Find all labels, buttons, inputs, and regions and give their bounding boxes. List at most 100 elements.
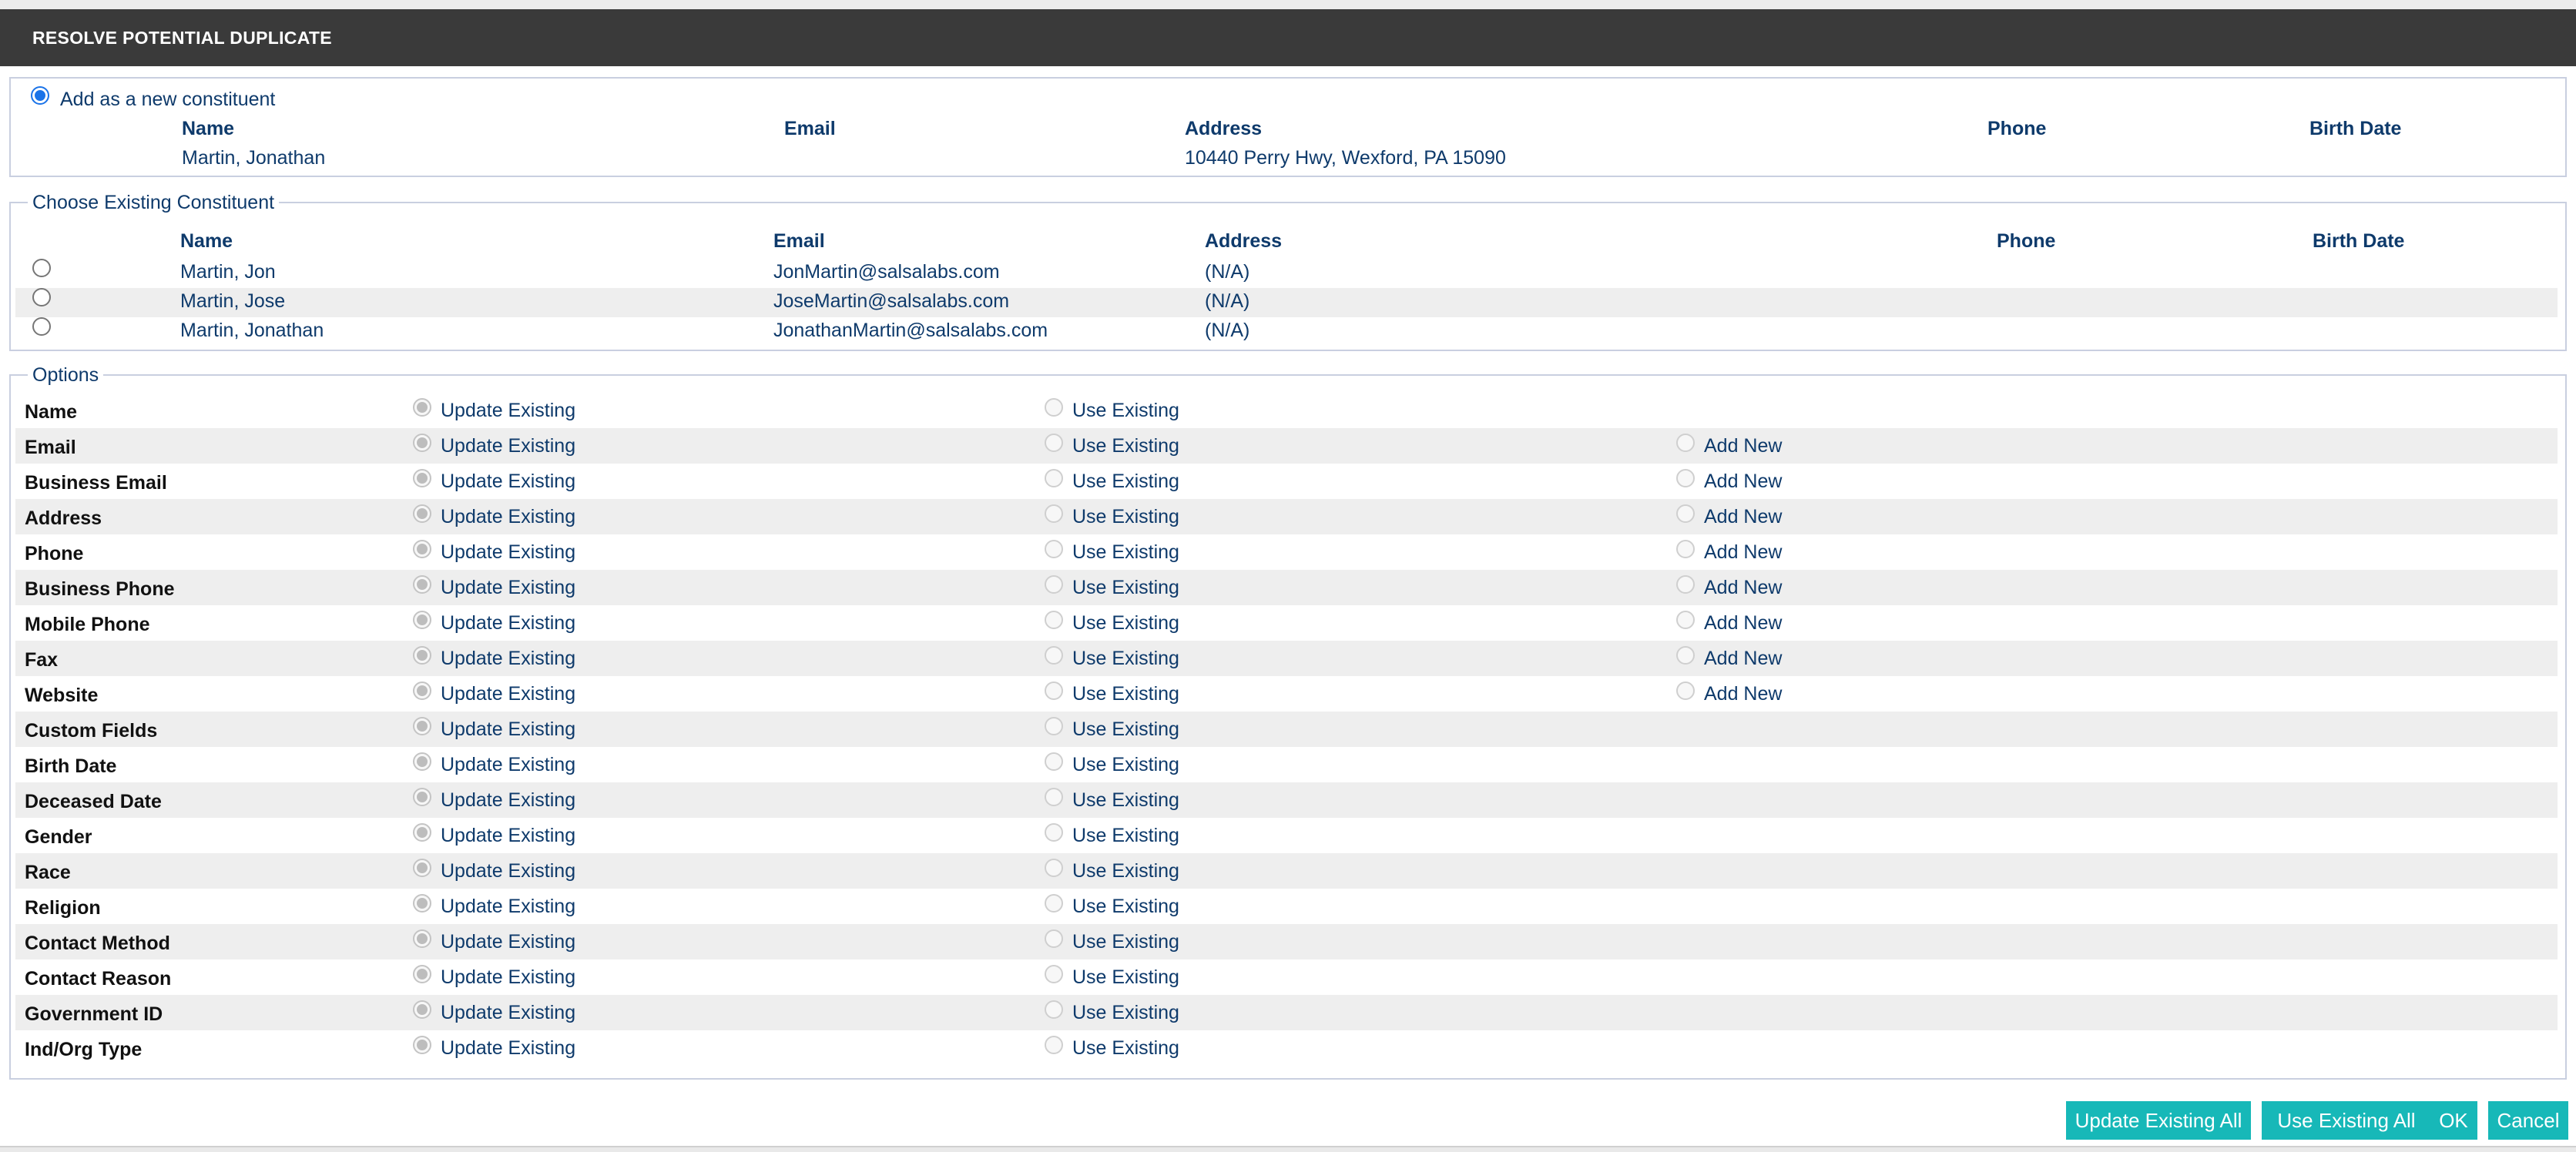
update-existing-label[interactable]: Update Existing xyxy=(441,930,575,953)
use-existing-radio[interactable] xyxy=(1045,965,1063,983)
add-new-label[interactable]: Add New xyxy=(1704,576,1782,599)
update-existing-label[interactable]: Update Existing xyxy=(441,682,575,705)
add-new-constituent-label[interactable]: Add as a new constituent xyxy=(60,88,275,111)
update-existing-radio[interactable] xyxy=(413,469,431,487)
use-existing-radio[interactable] xyxy=(1045,540,1063,558)
update-existing-label[interactable]: Update Existing xyxy=(441,505,575,528)
update-existing-radio[interactable] xyxy=(413,717,431,735)
existing-row-radio[interactable] xyxy=(32,288,51,306)
update-existing-radio[interactable] xyxy=(413,752,431,771)
use-existing-radio[interactable] xyxy=(1045,1036,1063,1054)
add-new-label[interactable]: Add New xyxy=(1704,505,1782,528)
existing-row-radio[interactable] xyxy=(32,259,51,277)
add-new-label[interactable]: Add New xyxy=(1704,647,1782,670)
add-new-radio[interactable] xyxy=(1676,434,1695,452)
use-existing-radio[interactable] xyxy=(1045,575,1063,594)
update-existing-label[interactable]: Update Existing xyxy=(441,470,575,493)
update-existing-label[interactable]: Update Existing xyxy=(441,1001,575,1024)
use-existing-radio[interactable] xyxy=(1045,859,1063,877)
add-new-radio[interactable] xyxy=(1676,540,1695,558)
use-existing-label[interactable]: Use Existing xyxy=(1072,399,1179,422)
update-existing-label[interactable]: Update Existing xyxy=(441,399,575,422)
update-existing-label[interactable]: Update Existing xyxy=(441,434,575,457)
update-existing-radio[interactable] xyxy=(413,681,431,700)
update-existing-radio[interactable] xyxy=(413,894,431,913)
update-existing-radio[interactable] xyxy=(413,540,431,558)
update-existing-label[interactable]: Update Existing xyxy=(441,611,575,635)
update-existing-radio[interactable] xyxy=(413,611,431,629)
update-existing-radio[interactable] xyxy=(413,929,431,948)
add-new-radio[interactable] xyxy=(1676,681,1695,700)
add-new-radio[interactable] xyxy=(1676,611,1695,629)
use-existing-label[interactable]: Use Existing xyxy=(1072,470,1179,493)
add-new-radio[interactable] xyxy=(1676,469,1695,487)
use-existing-label[interactable]: Use Existing xyxy=(1072,824,1179,847)
add-new-radio[interactable] xyxy=(1676,575,1695,594)
use-existing-radio[interactable] xyxy=(1045,646,1063,665)
use-existing-label[interactable]: Use Existing xyxy=(1072,859,1179,882)
add-new-label[interactable]: Add New xyxy=(1704,541,1782,564)
update-existing-label[interactable]: Update Existing xyxy=(441,895,575,918)
update-existing-radio[interactable] xyxy=(413,1036,431,1054)
update-existing-radio[interactable] xyxy=(413,575,431,594)
use-existing-label[interactable]: Use Existing xyxy=(1072,576,1179,599)
use-existing-label[interactable]: Use Existing xyxy=(1072,930,1179,953)
use-existing-radio[interactable] xyxy=(1045,434,1063,452)
use-existing-radio[interactable] xyxy=(1045,823,1063,842)
update-existing-radio[interactable] xyxy=(413,434,431,452)
update-existing-label[interactable]: Update Existing xyxy=(441,824,575,847)
existing-row-radio[interactable] xyxy=(32,317,51,336)
cancel-button[interactable]: Cancel xyxy=(2488,1101,2568,1140)
update-existing-radio[interactable] xyxy=(413,859,431,877)
use-existing-label[interactable]: Use Existing xyxy=(1072,1036,1179,1060)
use-existing-label[interactable]: Use Existing xyxy=(1072,753,1179,776)
update-existing-radio[interactable] xyxy=(413,1000,431,1019)
add-new-label[interactable]: Add New xyxy=(1704,611,1782,635)
use-existing-label[interactable]: Use Existing xyxy=(1072,611,1179,635)
use-existing-label[interactable]: Use Existing xyxy=(1072,434,1179,457)
use-existing-radio[interactable] xyxy=(1045,929,1063,948)
use-existing-label[interactable]: Use Existing xyxy=(1072,505,1179,528)
use-existing-radio[interactable] xyxy=(1045,398,1063,417)
update-existing-radio[interactable] xyxy=(413,504,431,523)
update-existing-label[interactable]: Update Existing xyxy=(441,966,575,989)
use-existing-radio[interactable] xyxy=(1045,504,1063,523)
update-existing-radio[interactable] xyxy=(413,788,431,806)
use-existing-label[interactable]: Use Existing xyxy=(1072,895,1179,918)
use-existing-radio[interactable] xyxy=(1045,717,1063,735)
update-existing-label[interactable]: Update Existing xyxy=(441,576,575,599)
ok-button[interactable]: OK xyxy=(2430,1101,2477,1140)
update-existing-all-button[interactable]: Update Existing All xyxy=(2066,1101,2251,1140)
use-existing-all-button[interactable]: Use Existing All xyxy=(2262,1101,2431,1140)
update-existing-label[interactable]: Update Existing xyxy=(441,647,575,670)
use-existing-label[interactable]: Use Existing xyxy=(1072,966,1179,989)
use-existing-radio[interactable] xyxy=(1045,752,1063,771)
use-existing-radio[interactable] xyxy=(1045,469,1063,487)
add-new-label[interactable]: Add New xyxy=(1704,434,1782,457)
update-existing-radio[interactable] xyxy=(413,965,431,983)
use-existing-radio[interactable] xyxy=(1045,894,1063,913)
update-existing-label[interactable]: Update Existing xyxy=(441,789,575,812)
update-existing-label[interactable]: Update Existing xyxy=(441,1036,575,1060)
use-existing-radio[interactable] xyxy=(1045,681,1063,700)
use-existing-label[interactable]: Use Existing xyxy=(1072,682,1179,705)
add-new-label[interactable]: Add New xyxy=(1704,682,1782,705)
update-existing-radio[interactable] xyxy=(413,646,431,665)
update-existing-radio[interactable] xyxy=(413,823,431,842)
use-existing-radio[interactable] xyxy=(1045,1000,1063,1019)
update-existing-label[interactable]: Update Existing xyxy=(441,859,575,882)
update-existing-label[interactable]: Update Existing xyxy=(441,718,575,741)
use-existing-label[interactable]: Use Existing xyxy=(1072,541,1179,564)
update-existing-label[interactable]: Update Existing xyxy=(441,753,575,776)
use-existing-radio[interactable] xyxy=(1045,611,1063,629)
use-existing-label[interactable]: Use Existing xyxy=(1072,647,1179,670)
add-new-constituent-radio[interactable] xyxy=(31,86,49,105)
use-existing-radio[interactable] xyxy=(1045,788,1063,806)
update-existing-radio[interactable] xyxy=(413,398,431,417)
use-existing-label[interactable]: Use Existing xyxy=(1072,1001,1179,1024)
add-new-label[interactable]: Add New xyxy=(1704,470,1782,493)
use-existing-label[interactable]: Use Existing xyxy=(1072,718,1179,741)
use-existing-label[interactable]: Use Existing xyxy=(1072,789,1179,812)
update-existing-label[interactable]: Update Existing xyxy=(441,541,575,564)
add-new-radio[interactable] xyxy=(1676,504,1695,523)
